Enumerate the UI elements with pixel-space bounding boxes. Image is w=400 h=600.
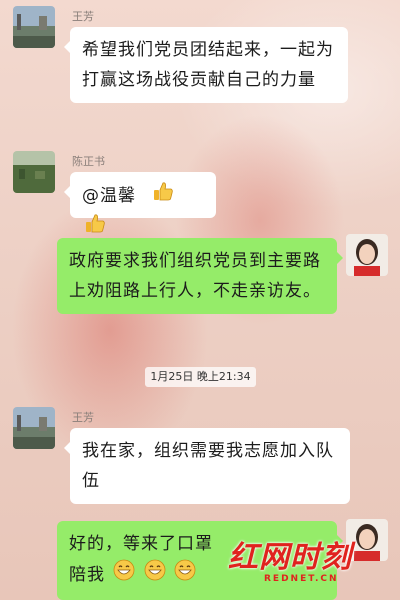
avatar-image — [13, 6, 55, 48]
avatar-image — [346, 234, 388, 276]
avatar-self[interactable] — [346, 234, 388, 276]
grin-icon — [113, 559, 135, 591]
avatar-wangfang[interactable] — [13, 6, 55, 48]
message-bubble[interactable]: 政府要求我们组织党员到主要路上劝阻路上行人，不走亲访友。 — [57, 238, 343, 314]
message-text: 陪我 — [69, 565, 105, 585]
rednet-watermark: 红网时刻 REDNET.CN — [228, 532, 398, 600]
thumbs-up-icon — [152, 180, 174, 212]
sender-name: 王芳 — [72, 10, 94, 23]
avatar-wangfang[interactable] — [13, 407, 55, 449]
timestamp: 1月25日 晚上21:34 — [145, 367, 256, 387]
watermark-sub-text: REDNET.CN — [264, 574, 339, 584]
avatar-chenzhengshu[interactable] — [13, 151, 55, 193]
sender-name: 陈正书 — [72, 155, 105, 168]
mention-text: @温馨 — [82, 186, 136, 206]
watermark-logo-text: 红网时刻 — [228, 540, 352, 575]
grin-icon — [144, 559, 166, 591]
grin-icon — [174, 559, 196, 591]
avatar-image — [13, 407, 55, 449]
message-bubble[interactable]: 希望我们党员团结起来，一起为打赢这场战役贡献自己的力量 — [64, 27, 348, 103]
avatar-image — [13, 151, 55, 193]
message-bubble[interactable]: @温馨 — [64, 172, 216, 233]
message-bubble[interactable]: 我在家，组织需要我志愿加入队伍 — [64, 428, 350, 504]
sender-name: 王芳 — [72, 411, 94, 424]
